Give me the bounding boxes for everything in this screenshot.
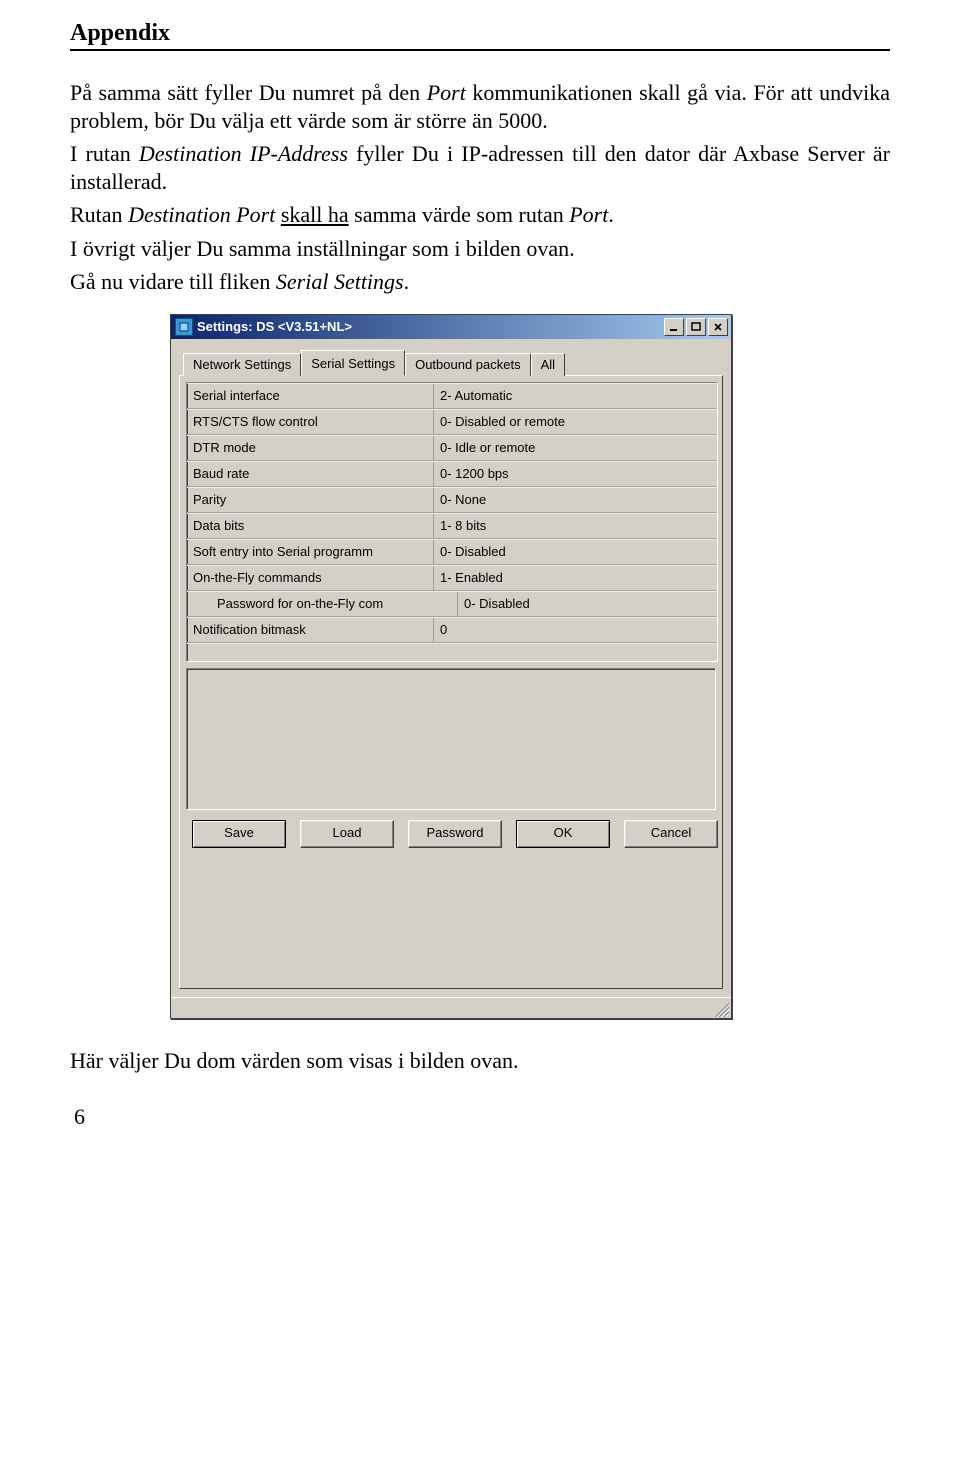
list-row[interactable]: Notification bitmask0 — [187, 617, 717, 643]
paragraph-3: Rutan Destination Port skall ha samma vä… — [70, 201, 890, 229]
tab-network-settings[interactable]: Network Settings — [183, 353, 301, 376]
setting-value[interactable]: 0- Disabled or remote — [434, 414, 717, 429]
tab-serial-settings[interactable]: Serial Settings — [301, 350, 405, 376]
password-button[interactable]: Password — [408, 820, 502, 848]
text: I rutan — [70, 141, 139, 166]
setting-value[interactable]: 0- Disabled — [458, 596, 717, 611]
paragraph-5: Gå nu vidare till fliken Serial Settings… — [70, 268, 890, 296]
text: På samma sätt fyller Du numret på den — [70, 80, 427, 105]
minimize-button[interactable] — [664, 318, 684, 336]
setting-label: Serial interface — [187, 384, 434, 408]
text: Gå nu vidare till fliken — [70, 269, 276, 294]
ok-button[interactable]: OK — [516, 820, 610, 848]
status-bar — [171, 997, 731, 1018]
settings-window: Settings: DS <V3.51+NL> Network Settings… — [170, 314, 732, 1019]
list-row[interactable]: Baud rate0- 1200 bps — [187, 461, 717, 487]
setting-value[interactable]: 0- Disabled — [434, 544, 717, 559]
maximize-button[interactable] — [686, 318, 706, 336]
setting-label: Baud rate — [187, 462, 434, 486]
setting-value[interactable]: 0 — [434, 622, 717, 637]
text-italic: Destination IP-Address — [139, 141, 348, 166]
paragraph-4: I övrigt väljer Du samma inställningar s… — [70, 235, 890, 263]
tab-panel: Serial interface2- AutomaticRTS/CTS flow… — [179, 375, 723, 989]
setting-value[interactable]: 0- 1200 bps — [434, 466, 717, 481]
text: Rutan — [70, 202, 128, 227]
page-header: Appendix — [70, 20, 890, 51]
setting-label: On-the-Fly commands — [187, 566, 434, 590]
list-row[interactable]: DTR mode0- Idle or remote — [187, 435, 717, 461]
setting-value[interactable]: 0- Idle or remote — [434, 440, 717, 455]
setting-label: RTS/CTS flow control — [187, 410, 434, 434]
save-button[interactable]: Save — [192, 820, 286, 848]
text: . — [404, 269, 410, 294]
list-row[interactable]: Serial interface2- Automatic — [187, 383, 717, 409]
setting-value[interactable]: 0- None — [434, 492, 717, 507]
list-row[interactable]: RTS/CTS flow control0- Disabled or remot… — [187, 409, 717, 435]
tab-all[interactable]: All — [531, 353, 565, 376]
text: . — [608, 202, 614, 227]
list-row[interactable]: On-the-Fly commands1- Enabled — [187, 565, 717, 591]
list-row[interactable]: Password for on-the-Fly com0- Disabled — [187, 591, 717, 617]
titlebar[interactable]: Settings: DS <V3.51+NL> — [171, 315, 731, 339]
setting-label: Soft entry into Serial programm — [187, 540, 434, 564]
text: samma värde som rutan — [349, 202, 570, 227]
text-underline: skall ha — [281, 202, 349, 227]
list-row[interactable]: Data bits1- 8 bits — [187, 513, 717, 539]
setting-label: Notification bitmask — [187, 618, 434, 642]
setting-value[interactable]: 1- Enabled — [434, 570, 717, 585]
setting-value[interactable]: 1- 8 bits — [434, 518, 717, 533]
text-italic: Port — [427, 80, 466, 105]
load-button[interactable]: Load — [300, 820, 394, 848]
setting-value[interactable]: 2- Automatic — [434, 388, 717, 403]
list-row[interactable]: Parity0- None — [187, 487, 717, 513]
paragraph-1: På samma sätt fyller Du numret på den Po… — [70, 79, 890, 134]
settings-list[interactable]: Serial interface2- AutomaticRTS/CTS flow… — [186, 382, 718, 662]
setting-label: Data bits — [187, 514, 434, 538]
list-row[interactable]: Soft entry into Serial programm0- Disabl… — [187, 539, 717, 565]
text-italic: Destination Port — [128, 202, 275, 227]
resize-grip-icon[interactable] — [711, 999, 729, 1017]
setting-label: DTR mode — [187, 436, 434, 460]
app-icon — [175, 318, 193, 336]
tab-outbound-packets[interactable]: Outbound packets — [405, 353, 531, 376]
close-button[interactable] — [708, 318, 728, 336]
tab-strip: Network Settings Serial Settings Outboun… — [179, 349, 723, 375]
setting-label: Password for on-the-Fly com — [187, 592, 458, 616]
text-italic: Port — [569, 202, 608, 227]
cancel-button[interactable]: Cancel — [624, 820, 718, 848]
paragraph-2: I rutan Destination IP-Address fyller Du… — [70, 140, 890, 195]
window-title: Settings: DS <V3.51+NL> — [197, 319, 664, 334]
paragraph-6: Här väljer Du dom värden som visas i bil… — [70, 1047, 890, 1075]
page-number: 6 — [70, 1104, 890, 1130]
help-box — [186, 668, 716, 810]
setting-label: Parity — [187, 488, 434, 512]
text-italic: Serial Settings — [276, 269, 404, 294]
button-bar: Save Load Password OK Cancel — [186, 810, 716, 848]
